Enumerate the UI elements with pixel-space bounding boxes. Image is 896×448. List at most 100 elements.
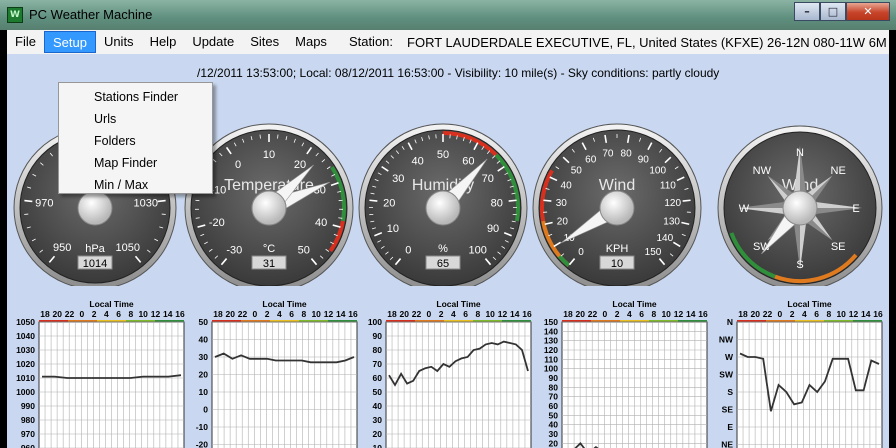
- hour-label: 16: [348, 309, 358, 319]
- menu-file[interactable]: File: [7, 31, 44, 53]
- y-tick-label: N: [727, 317, 733, 327]
- app-icon[interactable]: W: [7, 7, 23, 23]
- y-tick-label: E: [727, 422, 733, 432]
- wind-gauge-tick-label: 50: [571, 166, 583, 177]
- wind-gauge-tick-label: 100: [649, 166, 666, 177]
- hour-label: 2: [92, 309, 97, 319]
- hour-label: 4: [104, 309, 109, 319]
- hour-label: 14: [861, 309, 871, 319]
- compass-label: NW: [753, 165, 772, 177]
- menu-item-map-finder[interactable]: Map Finder: [59, 152, 212, 174]
- wind-gauge: 0102030405060708090100110120130140150Win…: [532, 123, 702, 286]
- hour-label: 18: [213, 309, 223, 319]
- compass-label: S: [796, 259, 803, 271]
- humidity-gauge-tick-label: 80: [491, 197, 503, 209]
- wind-gauge-tick-label: 110: [660, 181, 676, 192]
- hour-label: 10: [836, 309, 846, 319]
- humidity-gauge-tick-label: 50: [437, 149, 449, 161]
- local-time-label: Local Time: [436, 300, 481, 309]
- menu-setup[interactable]: Setup: [43, 31, 96, 53]
- hour-label: 8: [476, 309, 481, 319]
- menu-item-urls[interactable]: Urls: [59, 108, 212, 130]
- y-tick-label: 1000: [16, 387, 35, 397]
- y-tick-label: W: [725, 352, 734, 362]
- station-value: FORT LAUDERDALE EXECUTIVE, FL, United St…: [407, 34, 887, 50]
- humidity-gauge-tick: [508, 199, 517, 202]
- hour-label: 16: [175, 309, 185, 319]
- wind-gauge-tick-label: 0: [578, 247, 584, 258]
- pressure-needle-hub: [77, 190, 113, 226]
- wind-gauge-tick-label: 30: [556, 198, 568, 209]
- hour-label: 22: [238, 309, 248, 319]
- y-tick-label: NW: [719, 335, 734, 345]
- pressure-gauge-tick-label: 950: [53, 242, 71, 254]
- menu-item-folders[interactable]: Folders: [59, 130, 212, 152]
- wind-gauge-tick-label: 70: [602, 149, 614, 160]
- hour-label: 10: [661, 309, 671, 319]
- y-tick-label: 1040: [16, 331, 35, 341]
- humidity-gauge-tick-label: 60: [462, 155, 474, 167]
- hour-label: 0: [79, 309, 84, 319]
- y-tick-label: 50: [373, 387, 383, 397]
- y-tick-label: 20: [199, 370, 209, 380]
- compass-label: N: [796, 147, 804, 159]
- title-bar[interactable]: W PC Weather Machine – □ ✕: [0, 0, 896, 30]
- hour-label: 4: [451, 309, 456, 319]
- setup-menu-dropdown: Stations Finder Urls Folders Map Finder …: [58, 82, 213, 194]
- temperature-gauge-tick: [195, 217, 200, 219]
- hour-label: 0: [426, 309, 431, 319]
- y-tick-label: 980: [21, 415, 35, 425]
- menu-update[interactable]: Update: [184, 31, 242, 53]
- wind-gauge-tick-label: 130: [663, 216, 680, 227]
- y-tick-label: 70: [373, 359, 383, 369]
- humidity-gauge-tick-label: 20: [383, 197, 395, 209]
- temperature-gauge-tick-label: 50: [298, 244, 310, 256]
- y-tick-label: S: [727, 387, 733, 397]
- temperature-gauge-tick-label: 40: [315, 217, 327, 229]
- window-title: PC Weather Machine: [29, 7, 153, 22]
- hour-label: 16: [873, 309, 883, 319]
- wind-gauge-tick-label: 20: [557, 216, 569, 227]
- menu-maps[interactable]: Maps: [287, 31, 335, 53]
- chart-direction: Local Time 18 20 22 0 2 4 6 8 10 12 14 16 N NW W SW S SE EN…: [719, 300, 883, 448]
- y-tick-label: 100: [368, 317, 382, 327]
- local-time-label: Local Time: [612, 300, 657, 309]
- minimize-button[interactable]: –: [794, 2, 820, 21]
- humidity-gauge-value: 65: [437, 258, 449, 270]
- temperature-gauge-tick-label: 20: [294, 159, 306, 171]
- menu-units[interactable]: Units: [96, 31, 142, 53]
- menu-help[interactable]: Help: [142, 31, 185, 53]
- hour-label: 20: [400, 309, 410, 319]
- hour-label: 18: [738, 309, 748, 319]
- hour-label: 2: [790, 309, 795, 319]
- wind-gauge-tick-label: 80: [621, 149, 633, 160]
- y-tick-label: 1050: [16, 317, 35, 327]
- hour-label: 2: [265, 309, 270, 319]
- maximize-button[interactable]: □: [820, 2, 846, 21]
- menu-sites[interactable]: Sites: [242, 31, 287, 53]
- chart-temperature: Local Time18 20 22 0 2 4 6 8 10 12 14 1650403020100…: [196, 300, 358, 448]
- close-button[interactable]: ✕: [846, 2, 890, 21]
- wind-gauge-value: 10: [611, 258, 623, 270]
- y-tick-label: 10: [373, 443, 383, 448]
- hour-label: 22: [412, 309, 422, 319]
- hour-label: 10: [138, 309, 148, 319]
- humidity-gauge-tick-label: 40: [412, 155, 424, 167]
- humidity-gauge-unit: %: [438, 243, 448, 255]
- temperature-max-needle-hub: [251, 190, 287, 226]
- hour-label: 22: [65, 309, 75, 319]
- menu-item-stations-finder[interactable]: Stations Finder: [59, 86, 212, 108]
- hour-label: 12: [674, 309, 684, 319]
- hour-label: 8: [652, 309, 657, 319]
- humidity-gauge-tick: [369, 199, 378, 202]
- temperature-gauge-tick: [338, 217, 343, 219]
- compass-label: W: [739, 203, 750, 215]
- hour-label: 4: [277, 309, 282, 319]
- pressure-gauge-tick: [24, 199, 33, 203]
- y-tick-label: -10: [196, 422, 209, 432]
- menu-bar: File Setup Units Help Update Sites Maps …: [7, 30, 889, 54]
- menu-item-min-max[interactable]: Min / Max: [59, 174, 212, 196]
- hour-label: 6: [463, 309, 468, 319]
- hour-label: 4: [627, 309, 632, 319]
- humidity-gauge-tick-label: 70: [482, 173, 494, 185]
